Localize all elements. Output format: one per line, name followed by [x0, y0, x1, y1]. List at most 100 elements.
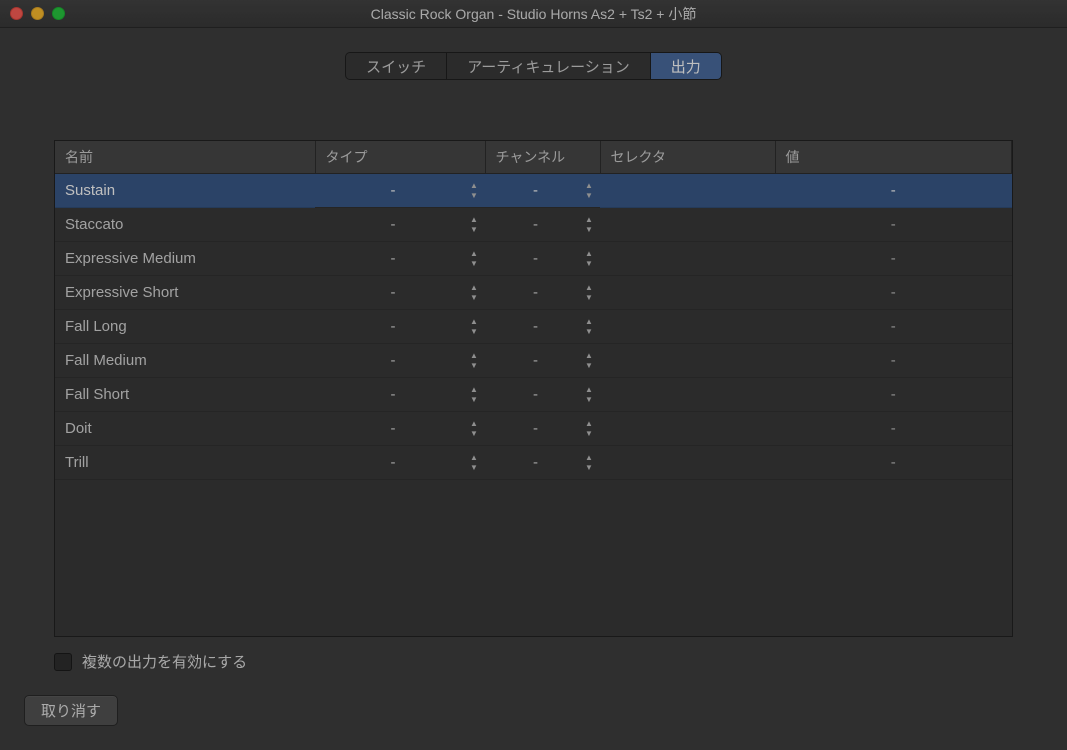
type-stepper-value[interactable]: -	[325, 318, 475, 335]
cell-type[interactable]: -▲▼	[315, 208, 485, 242]
cell-value[interactable]: -	[775, 242, 1012, 276]
cell-selector[interactable]	[600, 446, 775, 480]
cell-name[interactable]: Sustain	[55, 174, 315, 208]
chevron-up-icon[interactable]: ▲	[584, 318, 594, 326]
chevron-down-icon[interactable]: ▼	[469, 260, 479, 268]
cell-type[interactable]: -▲▼	[315, 446, 485, 480]
cell-channel[interactable]: -▲▼	[485, 242, 600, 276]
type-stepper-value[interactable]: -	[325, 420, 475, 437]
chevron-up-icon[interactable]: ▲	[469, 386, 479, 394]
channel-stepper-value[interactable]: -	[495, 386, 590, 403]
column-header-value[interactable]: 値	[775, 141, 1012, 174]
type-stepper-arrows[interactable]: ▲▼	[469, 386, 479, 404]
cell-value[interactable]: -	[775, 208, 1012, 242]
cell-type[interactable]: -▲▼	[315, 378, 485, 412]
type-stepper-arrows[interactable]: ▲▼	[469, 318, 479, 336]
type-stepper-value[interactable]: -	[325, 386, 475, 403]
cell-channel[interactable]: -▲▼	[485, 174, 600, 208]
channel-stepper-value[interactable]: -	[495, 250, 590, 267]
cell-selector[interactable]	[600, 242, 775, 276]
channel-stepper-arrows[interactable]: ▲▼	[584, 352, 594, 370]
cell-name[interactable]: Expressive Medium	[55, 242, 315, 276]
chevron-down-icon[interactable]: ▼	[584, 430, 594, 438]
channel-stepper-value[interactable]: -	[495, 284, 590, 301]
chevron-down-icon[interactable]: ▼	[584, 226, 594, 234]
cell-channel[interactable]: -▲▼	[485, 208, 600, 242]
table-row[interactable]: Trill-▲▼-▲▼-	[55, 446, 1012, 480]
tab-articulation[interactable]: アーティキュレーション	[447, 53, 651, 79]
type-stepper-arrows[interactable]: ▲▼	[469, 216, 479, 234]
chevron-up-icon[interactable]: ▲	[584, 284, 594, 292]
enable-multi-output-checkbox[interactable]	[54, 653, 72, 671]
channel-stepper-value[interactable]: -	[495, 318, 590, 335]
cell-selector[interactable]	[600, 344, 775, 378]
type-stepper-value[interactable]: -	[325, 352, 475, 369]
chevron-up-icon[interactable]: ▲	[584, 352, 594, 360]
close-window-button[interactable]	[10, 7, 23, 20]
cell-channel[interactable]: -▲▼	[485, 276, 600, 310]
channel-stepper-arrows[interactable]: ▲▼	[584, 216, 594, 234]
chevron-down-icon[interactable]: ▼	[584, 328, 594, 336]
column-header-channel[interactable]: チャンネル	[485, 141, 600, 174]
type-stepper-value[interactable]: -	[325, 250, 475, 267]
cell-name[interactable]: Fall Long	[55, 310, 315, 344]
column-header-name[interactable]: 名前	[55, 141, 315, 174]
type-stepper-arrows[interactable]: ▲▼	[469, 420, 479, 438]
cell-selector[interactable]	[600, 310, 775, 344]
cell-name[interactable]: Fall Medium	[55, 344, 315, 378]
chevron-up-icon[interactable]: ▲	[584, 250, 594, 258]
cell-name[interactable]: Fall Short	[55, 378, 315, 412]
chevron-up-icon[interactable]: ▲	[469, 318, 479, 326]
cell-type[interactable]: -▲▼	[315, 412, 485, 446]
chevron-down-icon[interactable]: ▼	[469, 226, 479, 234]
tab-output[interactable]: 出力	[651, 53, 721, 79]
channel-stepper-value[interactable]: -	[495, 454, 590, 471]
chevron-up-icon[interactable]: ▲	[469, 420, 479, 428]
channel-stepper-arrows[interactable]: ▲▼	[584, 284, 594, 302]
chevron-down-icon[interactable]: ▼	[469, 362, 479, 370]
chevron-down-icon[interactable]: ▼	[469, 430, 479, 438]
type-stepper-value[interactable]: -	[325, 454, 475, 471]
cell-value[interactable]: -	[775, 174, 1012, 208]
type-stepper-arrows[interactable]: ▲▼	[469, 250, 479, 268]
tab-switch[interactable]: スイッチ	[346, 53, 447, 79]
channel-stepper-arrows[interactable]: ▲▼	[584, 454, 594, 472]
channel-stepper-arrows[interactable]: ▲▼	[584, 250, 594, 268]
cell-type[interactable]: -▲▼	[315, 242, 485, 276]
chevron-up-icon[interactable]: ▲	[584, 386, 594, 394]
chevron-up-icon[interactable]: ▲	[469, 216, 479, 224]
channel-stepper-arrows[interactable]: ▲▼	[584, 386, 594, 404]
cell-type[interactable]: -▲▼	[315, 310, 485, 344]
cell-type[interactable]: -▲▼	[315, 174, 485, 208]
cell-channel[interactable]: -▲▼	[485, 412, 600, 446]
cell-selector[interactable]	[600, 412, 775, 446]
channel-stepper-value[interactable]: -	[495, 216, 590, 233]
table-row[interactable]: Sustain-▲▼-▲▼-	[55, 174, 1012, 208]
chevron-down-icon[interactable]: ▼	[584, 192, 594, 200]
channel-stepper-arrows[interactable]: ▲▼	[584, 318, 594, 336]
chevron-down-icon[interactable]: ▼	[469, 294, 479, 302]
chevron-down-icon[interactable]: ▼	[584, 464, 594, 472]
cell-name[interactable]: Expressive Short	[55, 276, 315, 310]
cell-channel[interactable]: -▲▼	[485, 446, 600, 480]
minimize-window-button[interactable]	[31, 7, 44, 20]
cell-channel[interactable]: -▲▼	[485, 344, 600, 378]
cell-type[interactable]: -▲▼	[315, 344, 485, 378]
chevron-up-icon[interactable]: ▲	[584, 182, 594, 190]
column-header-type[interactable]: タイプ	[315, 141, 485, 174]
cell-type[interactable]: -▲▼	[315, 276, 485, 310]
table-row[interactable]: Doit-▲▼-▲▼-	[55, 412, 1012, 446]
channel-stepper-value[interactable]: -	[495, 420, 590, 437]
chevron-down-icon[interactable]: ▼	[584, 396, 594, 404]
table-row[interactable]: Fall Long-▲▼-▲▼-	[55, 310, 1012, 344]
cell-value[interactable]: -	[775, 310, 1012, 344]
cancel-button[interactable]: 取り消す	[24, 695, 118, 726]
table-row[interactable]: Expressive Short-▲▼-▲▼-	[55, 276, 1012, 310]
chevron-down-icon[interactable]: ▼	[584, 362, 594, 370]
type-stepper-value[interactable]: -	[325, 284, 475, 301]
cell-selector[interactable]	[600, 174, 775, 208]
chevron-down-icon[interactable]: ▼	[469, 396, 479, 404]
cell-value[interactable]: -	[775, 344, 1012, 378]
type-stepper-arrows[interactable]: ▲▼	[469, 182, 479, 200]
cell-selector[interactable]	[600, 276, 775, 310]
